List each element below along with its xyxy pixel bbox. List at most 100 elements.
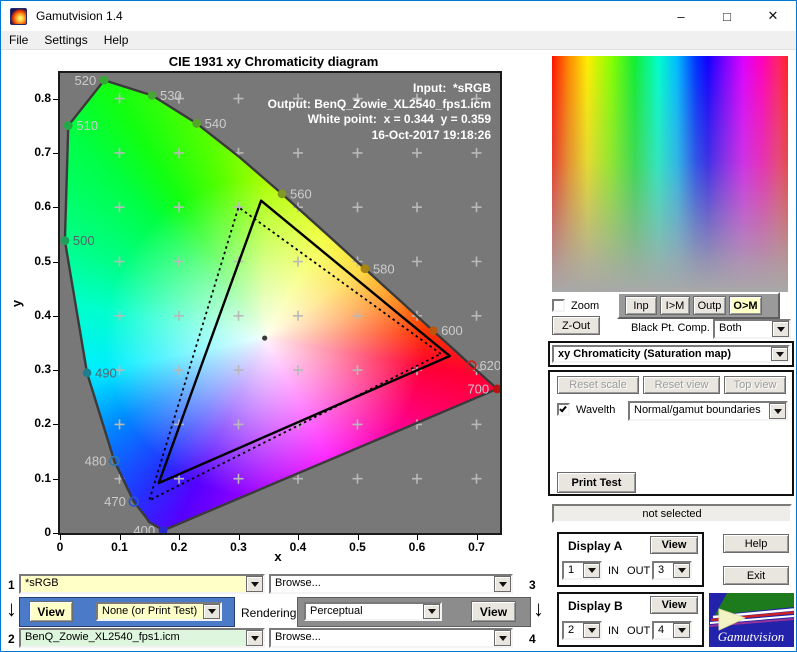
exit-button[interactable]: Exit xyxy=(723,566,789,585)
dropdown-arrow-icon[interactable] xyxy=(771,347,788,361)
wavelength-label: 540 xyxy=(205,116,227,131)
dropdown-arrow-icon[interactable] xyxy=(494,576,511,592)
dropdown-arrow-icon[interactable] xyxy=(673,563,690,578)
display-a-out-select[interactable]: 3 xyxy=(652,561,692,580)
grid-mark xyxy=(114,202,125,213)
view-right-button[interactable]: View xyxy=(471,601,516,622)
help-button[interactable]: Help xyxy=(723,534,789,553)
display-b-in-select[interactable]: 2 xyxy=(562,621,602,640)
wavelength-dot xyxy=(277,189,287,199)
gamut-output-monitor xyxy=(157,199,451,485)
wavelength-dot xyxy=(82,368,92,378)
grid-mark xyxy=(471,419,482,430)
ticklabel-y: 0 xyxy=(44,525,51,539)
plot-annotations: Input: *sRGB Output: BenQ_Zowie_XL2540_f… xyxy=(268,81,491,143)
display-b-title: Display B xyxy=(568,599,623,613)
menu-help[interactable]: Help xyxy=(96,31,137,49)
wavelength-label: 700 xyxy=(467,381,489,396)
close-icon[interactable]: ✕ xyxy=(750,1,796,31)
none-print-test-select[interactable]: None (or Print Test) xyxy=(96,602,222,621)
white-point-marker xyxy=(262,335,268,341)
grid-mark xyxy=(352,419,363,430)
wavelength-label: 520 xyxy=(75,73,97,88)
view-mode-select[interactable]: xy Chromaticity (Saturation map) xyxy=(552,345,790,363)
chromaticity-figure: CIE 1931 xy Chromaticity diagram 400 470 4… xyxy=(1,50,546,566)
grid-mark xyxy=(471,147,482,158)
dropdown-arrow-icon[interactable] xyxy=(203,604,220,619)
z-out-button[interactable]: Z-Out xyxy=(552,316,600,335)
maximize-icon[interactable]: □ xyxy=(704,1,750,31)
dropdown-arrow-icon[interactable] xyxy=(583,563,600,578)
dropdown-arrow-icon[interactable] xyxy=(423,604,440,619)
annotation-output: Output: BenQ_Zowie_XL2540_fps1.icm xyxy=(267,96,491,111)
app-window: Gamutvision 1.4 – □ ✕ File Settings Help… xyxy=(0,0,797,652)
display-a-in-select[interactable]: 1 xyxy=(562,561,602,580)
menu-settings[interactable]: Settings xyxy=(36,31,95,49)
annotation-whitepoint: White point: x = 0.344 y = 0.359 xyxy=(307,112,491,126)
browse-4-select[interactable]: Browse... xyxy=(269,628,513,648)
top-view-button[interactable]: Top view xyxy=(724,376,786,394)
tickline-y xyxy=(53,424,58,426)
wavelength-label: 470 xyxy=(104,494,126,509)
dropdown-arrow-icon[interactable] xyxy=(772,321,789,337)
display-a-inout-label: IN OUT xyxy=(608,565,651,577)
wavelength-dot xyxy=(63,121,73,131)
minimize-icon[interactable]: – xyxy=(658,1,704,31)
ticklabel-x: 0.6 xyxy=(408,540,426,554)
dropdown-arrow-icon[interactable] xyxy=(246,630,263,646)
grid-mark xyxy=(471,473,482,484)
output-profile-select[interactable]: BenQ_Zowie_XL2540_fps1.icm xyxy=(19,628,265,648)
tickline-y xyxy=(53,98,58,100)
display-b-inout-label: IN OUT xyxy=(608,625,651,637)
wavelth-checkbox[interactable] xyxy=(557,403,570,416)
grid-mark xyxy=(233,202,244,213)
grid-mark xyxy=(174,202,184,213)
ticklabel-y: 0.7 xyxy=(34,144,51,159)
titlebar: Gamutvision 1.4 – □ ✕ xyxy=(1,1,796,31)
display-a-title: Display A xyxy=(568,539,623,553)
reset-scale-button[interactable]: Reset scale xyxy=(557,376,639,394)
view-left-button[interactable]: View xyxy=(29,601,73,622)
slot3-number: 3 xyxy=(529,578,536,592)
browse-3-select[interactable]: Browse... xyxy=(269,574,513,594)
tickline-y xyxy=(53,370,58,372)
plot-area[interactable]: 400 470 480 490 500 510 520 530 540 560 580 600 620 7… xyxy=(58,71,502,535)
grid-mark xyxy=(412,202,422,213)
reset-view-button[interactable]: Reset view xyxy=(643,376,720,394)
o-to-m-button[interactable]: O>M xyxy=(729,296,762,315)
grid-mark xyxy=(412,256,422,267)
zoom-checkbox[interactable] xyxy=(552,299,565,312)
grid-mark xyxy=(114,147,125,158)
print-test-button[interactable]: Print Test xyxy=(557,472,636,493)
dropdown-arrow-icon[interactable] xyxy=(583,623,600,638)
display-b-out-select[interactable]: 4 xyxy=(652,621,692,640)
display-b-view-button[interactable]: View xyxy=(650,596,698,614)
input-profile-select[interactable]: *sRGB xyxy=(19,574,265,594)
tickline-y xyxy=(53,478,58,480)
inp-button[interactable]: Inp xyxy=(625,296,657,315)
outp-button[interactable]: Outp xyxy=(693,296,726,315)
wavelength-label: 580 xyxy=(373,261,395,276)
grid-mark xyxy=(352,365,363,376)
dropdown-arrow-icon[interactable] xyxy=(494,630,511,646)
dropdown-arrow-icon[interactable] xyxy=(769,403,786,419)
i-to-m-button[interactable]: I>M xyxy=(660,296,690,315)
grid-mark xyxy=(174,147,184,158)
grid-mark xyxy=(114,310,125,321)
dropdown-arrow-icon[interactable] xyxy=(246,576,263,592)
dropdown-arrow-icon[interactable] xyxy=(673,623,690,638)
menu-file[interactable]: File xyxy=(1,31,36,49)
display-a-view-button[interactable]: View xyxy=(650,536,698,554)
wavelength-dot xyxy=(147,90,157,100)
grid-mark xyxy=(233,310,244,321)
boundaries-select[interactable]: Normal/gamut boundaries xyxy=(628,401,788,421)
grid-mark xyxy=(352,147,363,158)
ticklabel-y: 0.6 xyxy=(34,199,51,214)
rendering-intent-select[interactable]: Perceptual xyxy=(304,602,442,621)
grid-mark xyxy=(352,310,363,321)
black-pt-comp-select[interactable]: Both xyxy=(713,319,791,339)
wavelength-dot xyxy=(360,264,370,274)
wavelength-label: 530 xyxy=(160,88,182,103)
grid-mark xyxy=(412,147,422,158)
wavelength-label: 620 xyxy=(479,358,500,373)
